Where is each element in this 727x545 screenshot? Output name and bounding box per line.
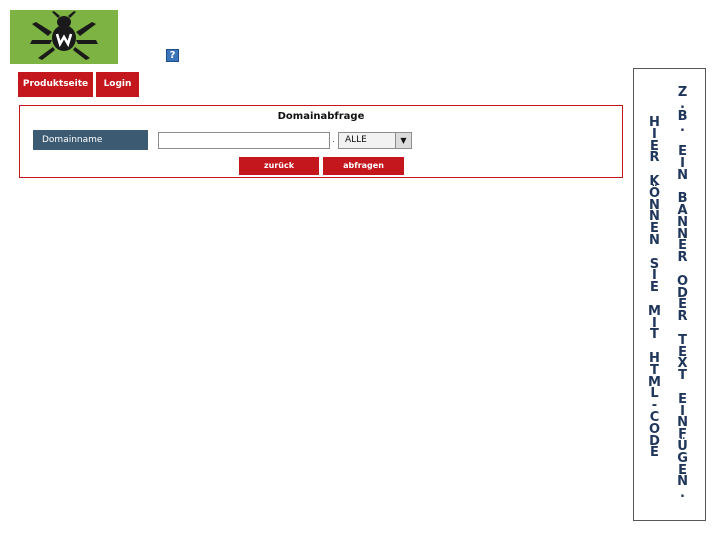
produktseite-button[interactable]: Produktseite	[18, 72, 93, 97]
banner-char: E	[650, 445, 659, 461]
banner-placeholder: HIER KÖNNEN SIE MIT HTML-CODE Z.B. EIN B…	[633, 68, 706, 521]
spider-logo-icon	[30, 11, 98, 60]
logo	[10, 10, 118, 64]
domainname-label: Domainname	[33, 130, 148, 150]
domain-input[interactable]	[158, 132, 330, 149]
banner-text-line-1: HIER KÖNNEN SIE MIT HTML-CODE	[648, 69, 661, 520]
back-button[interactable]: zurück	[239, 157, 319, 175]
chevron-down-icon[interactable]: ▼	[395, 133, 411, 148]
panel-title: Domainabfrage	[277, 111, 365, 122]
login-button[interactable]: Login	[96, 72, 139, 97]
tld-select[interactable]: ALLE ▼	[338, 132, 412, 149]
domain-query-panel: Domainabfrage Domainname . ALLE ▼ zurück…	[19, 105, 623, 178]
banner-char: .	[680, 486, 685, 502]
query-button[interactable]: abfragen	[323, 157, 404, 175]
domain-dot: .	[332, 135, 335, 145]
tld-selected-value: ALLE	[345, 135, 367, 145]
banner-text-line-2: Z.B. EIN BANNER ODER TEXT EINFÜGEN.	[677, 69, 688, 520]
help-icon[interactable]: ?	[166, 49, 179, 62]
